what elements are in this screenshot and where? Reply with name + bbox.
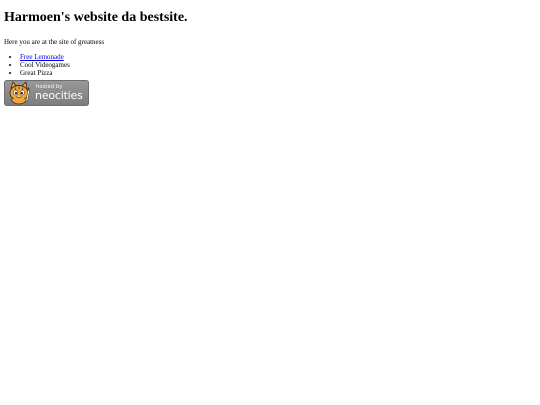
- neocities-logo-text: neocities: [35, 89, 83, 102]
- free-lemonade-link[interactable]: Free Lemonade: [20, 53, 64, 61]
- neocities-cat-icon: [9, 81, 31, 105]
- list-item: Free Lemonade: [20, 53, 536, 61]
- hosted-by-neocities-badge[interactable]: hosted by neocities: [4, 80, 89, 106]
- list-item: Cool Videogames: [20, 61, 536, 69]
- feature-list: Free Lemonade Cool Videogames Great Pizz…: [4, 53, 536, 77]
- page-title: Harmoen's website da bestsite.: [4, 10, 188, 25]
- page: Harmoen's website da bestsite. Here you …: [4, 0, 536, 106]
- great-pizza-label: Great Pizza: [20, 69, 53, 77]
- cool-videogames-label: Cool Videogames: [20, 61, 70, 69]
- intro-text: Here you are at the site of greatness: [4, 38, 105, 46]
- list-item: Great Pizza: [20, 69, 536, 77]
